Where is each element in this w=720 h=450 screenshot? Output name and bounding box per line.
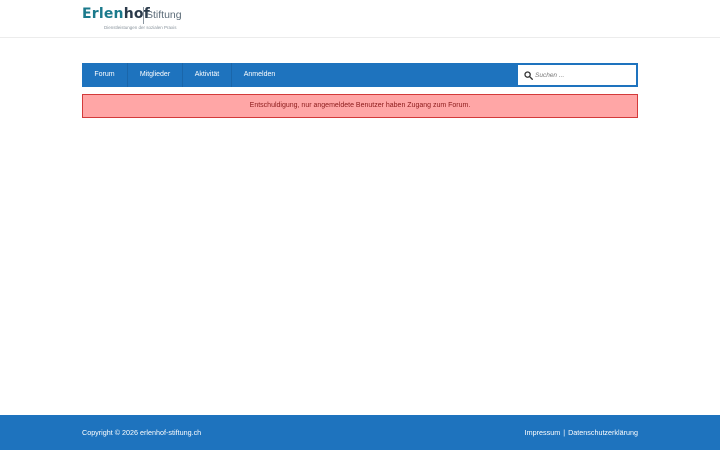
page: Erlenhof Stiftung Dienstleistungen der s…	[0, 0, 720, 450]
site-footer: Copyright © 2026 erlenhof-stiftung.ch Im…	[0, 415, 720, 450]
logo-wordmark: Erlenhof	[82, 6, 150, 22]
access-denied-alert: Entschuldigung, nur angemeldete Benutzer…	[82, 94, 638, 118]
search-input[interactable]	[535, 68, 633, 83]
footer-links: Impressum | Datenschutzerklärung	[525, 428, 638, 437]
logo-name-part1: Erlen	[82, 6, 124, 22]
nav-item-forum[interactable]: Forum	[82, 63, 128, 87]
footer-copyright: Copyright © 2026 erlenhof-stiftung.ch	[82, 428, 202, 437]
footer-link-impressum[interactable]: Impressum	[525, 428, 561, 437]
logo-tagline: Dienstleistungen der sozialen Praxis	[104, 25, 177, 30]
logo-divider	[143, 7, 144, 24]
footer-link-datenschutz[interactable]: Datenschutzerklärung	[568, 428, 638, 437]
nav-item-anmelden[interactable]: Anmelden	[232, 63, 287, 87]
logo-suffix: Stiftung	[146, 9, 182, 21]
nav-item-aktivitaet[interactable]: Aktivität	[183, 63, 232, 87]
footer-link-separator: |	[563, 428, 566, 437]
alert-message: Entschuldigung, nur angemeldete Benutzer…	[249, 102, 471, 109]
site-header: Erlenhof Stiftung Dienstleistungen der s…	[0, 0, 720, 38]
search-box	[517, 64, 637, 86]
nav-item-mitglieder[interactable]: Mitglieder	[128, 63, 183, 87]
search-icon[interactable]	[524, 71, 533, 80]
